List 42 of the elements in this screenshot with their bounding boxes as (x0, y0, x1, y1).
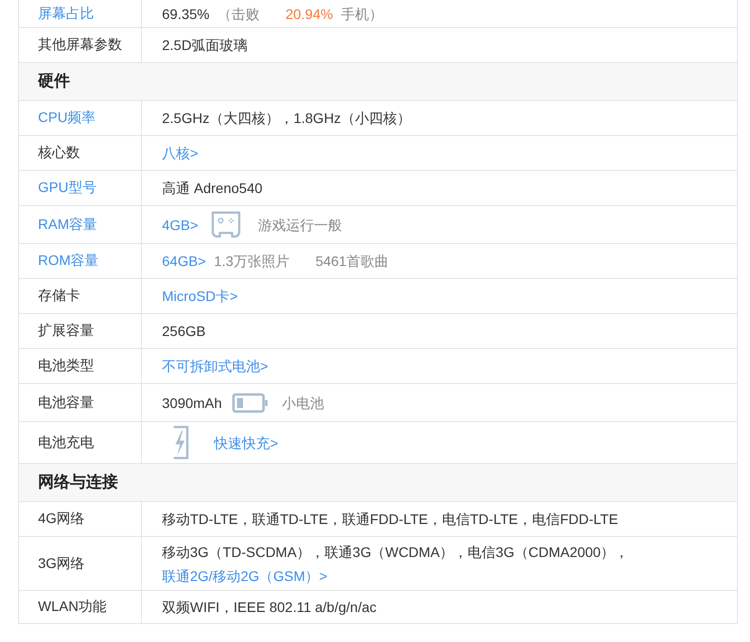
spec-link[interactable]: 64GB> (162, 250, 206, 272)
spec-label: 电池充电 (37, 432, 95, 452)
spec-label: WLAN功能 (37, 597, 108, 616)
spec-link[interactable]: 快速快充> (214, 432, 278, 454)
spec-note: （击败 (217, 4, 260, 24)
spec-link[interactable]: MicroSD卡> (162, 285, 238, 307)
highlight-value: 20.94% (285, 4, 333, 24)
spec-value: 高通 Adreno540 (162, 179, 262, 198)
spec-label[interactable]: ROM容量 (19, 244, 141, 278)
spec-label: 存储卡 (37, 286, 81, 305)
spec-link[interactable]: 不可拆卸式电池> (162, 355, 268, 377)
spec-label[interactable]: RAM容量 (19, 206, 141, 243)
spec-label: 3G网络 (37, 554, 86, 572)
spec-link[interactable]: 八核> (162, 142, 198, 164)
spec-link[interactable]: 联通2G/移动2G（GSM）> (162, 568, 328, 584)
spec-value: 移动TD-LTE，联通TD-LTE，联通FDD-LTE，电信TD-LTE，电信FDD-LTE (162, 510, 618, 529)
spec-label: 电池类型 (37, 356, 95, 375)
spec-label[interactable]: 屏幕占比 (19, 0, 141, 27)
spec-link[interactable]: 4GB> (162, 214, 198, 236)
spec-label: 扩展容量 (37, 321, 95, 340)
spec-label: 其他屏幕参数 (37, 35, 123, 54)
spec-value: 2.5D弧面玻璃 (162, 36, 248, 55)
section-title: 网络与连接 (19, 464, 737, 502)
spec-value: 移动3G（TD-SCDMA），联通3G（WCDMA），电信3G（CDMA2000）， (162, 544, 629, 560)
gamepad-icon (210, 210, 242, 240)
spec-label: 4G网络 (37, 509, 86, 528)
spec-value: 2.5GHz（大四核），1.8GHz（小四核） (162, 109, 411, 128)
section-title: 硬件 (19, 63, 737, 101)
spec-label: 电池容量 (37, 392, 95, 412)
spec-label[interactable]: GPU型号 (19, 171, 141, 205)
spec-value: 双频WIFI，IEEE 802.11 a/b/g/n/ac (162, 598, 376, 617)
spec-label[interactable]: CPU频率 (19, 101, 141, 135)
spec-value: 3090mAh (162, 394, 222, 412)
spec-note: 小电池 (282, 394, 324, 412)
spec-note: 5461首歌曲 (315, 252, 389, 271)
spec-value: 256GB (162, 322, 206, 341)
spec-note: 游戏运行一般 (258, 216, 342, 234)
spec-note: 手机） (340, 4, 383, 24)
spec-value: 69.35% (162, 4, 210, 24)
battery-icon (232, 392, 268, 412)
spec-label: 核心数 (37, 143, 81, 162)
spec-note: 1.3万张照片 (214, 252, 290, 271)
